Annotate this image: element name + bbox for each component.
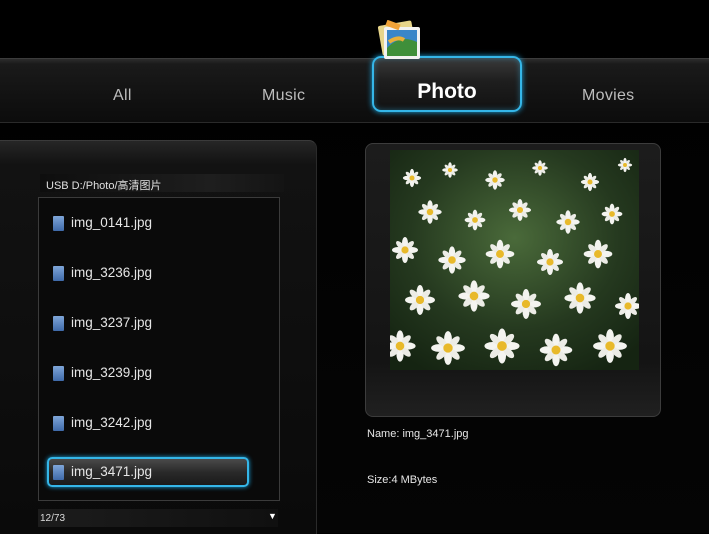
file-name: img_3242.jpg: [71, 415, 153, 430]
file-count: 12/73: [40, 513, 66, 524]
file-list: img_0141.jpg img_3236.jpg img_3237.jpg i…: [38, 197, 280, 501]
media-player-screen: All Music Movies Photo USB D:/Photo/高清图片…: [0, 0, 709, 534]
file-item-1[interactable]: img_3236.jpg: [51, 261, 241, 287]
file-item-3[interactable]: img_3239.jpg: [51, 361, 241, 387]
file-name: img_3236.jpg: [71, 265, 153, 280]
photo-preview-frame: [365, 143, 661, 417]
photo-name: Name: img_3471.jpg: [367, 428, 469, 440]
tab-music[interactable]: Music: [262, 87, 305, 105]
file-name: img_3239.jpg: [71, 365, 153, 380]
daisy-photo: [390, 150, 639, 370]
category-tab-bar: All Music Movies: [0, 58, 709, 123]
image-file-icon: [53, 266, 64, 281]
image-file-icon: [53, 416, 64, 431]
file-item-4[interactable]: img_3242.jpg: [51, 411, 241, 437]
photo-thumbnail: [390, 150, 639, 370]
file-name: img_3237.jpg: [71, 315, 153, 330]
image-file-icon: [53, 465, 64, 480]
file-item-selected[interactable]: img_3471.jpg: [47, 457, 249, 487]
tab-movies[interactable]: Movies: [582, 87, 634, 105]
photo-size: Size:4 MBytes: [367, 474, 438, 486]
file-browser-panel: USB D:/Photo/高清图片 img_0141.jpg img_3236.…: [0, 140, 317, 534]
file-name: img_0141.jpg: [71, 215, 153, 230]
tab-photo-label: Photo: [417, 80, 477, 103]
tab-all[interactable]: All: [113, 87, 132, 105]
triangle-down-icon[interactable]: ▼: [268, 511, 277, 521]
count-bar: [38, 509, 278, 527]
image-file-icon: [53, 316, 64, 331]
image-file-icon: [53, 216, 64, 231]
current-path: USB D:/Photo/高清图片: [46, 180, 162, 192]
file-item-2[interactable]: img_3237.jpg: [51, 311, 241, 337]
image-file-icon: [53, 366, 64, 381]
photo-icon: [377, 20, 420, 59]
file-name: img_3471.jpg: [71, 464, 153, 479]
file-item-0[interactable]: img_0141.jpg: [51, 211, 241, 237]
